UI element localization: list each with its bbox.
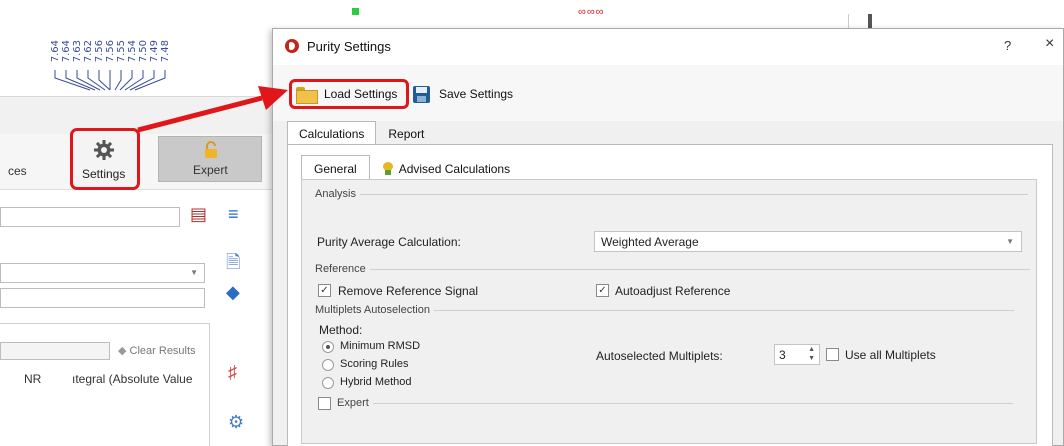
- close-button[interactable]: ×: [1045, 35, 1054, 53]
- peak-label: 7.49: [149, 40, 160, 63]
- reference-group-label: Reference: [315, 263, 366, 275]
- analysis-group-label: Analysis: [315, 188, 356, 200]
- multiplets-group-label: Multiplets Autoselection: [315, 304, 430, 316]
- autoadjust-reference-label: Autoadjust Reference: [615, 284, 731, 298]
- tab-report[interactable]: Report: [376, 121, 436, 145]
- purity-average-select[interactable]: Weighted Average ▼: [594, 231, 1022, 252]
- bg-search-field[interactable]: [0, 207, 180, 227]
- gear-icon: [94, 140, 114, 160]
- spin-up-icon[interactable]: ▲: [808, 346, 815, 353]
- peak-label: 7.56: [94, 40, 105, 63]
- radio-hybrid-method[interactable]: [322, 377, 334, 389]
- autoadjust-reference-checkbox[interactable]: ✓: [596, 284, 609, 297]
- inner-tab-bar: General Advised Calculations: [301, 155, 523, 180]
- load-settings-label: Load Settings: [324, 87, 398, 101]
- peak-label: 7.54: [127, 40, 138, 63]
- peak-label: 7.55: [116, 40, 127, 63]
- column-header-integral[interactable]: ıtegral (Absolute Value: [72, 372, 193, 386]
- calculations-panel: General Advised Calculations Analysis Pu…: [287, 144, 1053, 446]
- spectrum-annotation-marks: ∞∞∞: [578, 6, 605, 18]
- peak-label: 7.50: [138, 40, 149, 63]
- peak-label: 7.56: [105, 40, 116, 63]
- folder-icon: [296, 86, 318, 104]
- settings-button[interactable]: Settings: [70, 128, 140, 190]
- purity-average-value: Weighted Average: [601, 235, 699, 249]
- tab-calculations[interactable]: Calculations: [287, 121, 377, 145]
- clear-results-label: Clear Results: [129, 345, 196, 357]
- spectrum-marker: [352, 8, 359, 15]
- dialog-toolbar: Load Settings Save Settings: [273, 65, 1063, 121]
- layers-icon[interactable]: ≡: [228, 204, 239, 225]
- expert-button[interactable]: Expert: [158, 136, 262, 182]
- hybrid-method-label: Hybrid Method: [340, 376, 412, 388]
- dialog-title: Purity Settings: [307, 39, 391, 54]
- ribbon-label-partial: ces: [8, 164, 27, 178]
- document-search-icon[interactable]: 🗎: [226, 250, 240, 280]
- settings-search-icon[interactable]: ⚙: [228, 412, 244, 433]
- autoselected-multiplets-spinbox[interactable]: 3 ▲ ▼: [774, 344, 820, 365]
- eraser-icon: ◆: [118, 345, 127, 357]
- load-settings-button[interactable]: Load Settings: [289, 79, 409, 109]
- radio-scoring-rules[interactable]: [322, 359, 334, 371]
- chevron-down-icon: ▼: [190, 268, 198, 277]
- peak-label: 7.64: [61, 40, 72, 63]
- app-logo-icon: [285, 39, 299, 53]
- dialog-titlebar[interactable]: Purity Settings ? ×: [273, 29, 1063, 65]
- expert-checkbox[interactable]: [318, 397, 331, 410]
- remove-reference-label: Remove Reference Signal: [338, 284, 479, 298]
- books-icon[interactable]: ▤: [190, 204, 207, 225]
- group-divider: [433, 309, 1014, 311]
- tab-advised-calculations[interactable]: Advised Calculations: [370, 155, 523, 180]
- group-divider: [372, 402, 1013, 404]
- purity-settings-dialog: Purity Settings ? × Load Settings Save S…: [272, 28, 1064, 446]
- reference-group: Reference: [315, 263, 1030, 275]
- autoselected-multiplets-value: 3: [779, 348, 786, 362]
- help-button[interactable]: ?: [1004, 38, 1011, 53]
- settings-label: Settings: [82, 167, 126, 181]
- peak-label: 7.62: [83, 40, 94, 63]
- bg-dropdown[interactable]: ▼: [0, 263, 205, 283]
- minimum-rmsd-label: Minimum RMSD: [340, 340, 421, 352]
- autoselected-multiplets-label: Autoselected Multiplets:: [596, 349, 723, 363]
- chevron-down-icon: ▼: [1006, 237, 1014, 246]
- general-panel: Analysis Purity Average Calculation: Wei…: [301, 179, 1037, 444]
- peak-label: 7.48: [160, 40, 171, 63]
- tab-general[interactable]: General: [301, 155, 370, 180]
- remove-reference-checkbox[interactable]: ✓: [318, 284, 331, 297]
- bg-toolbar-strip: [0, 96, 275, 134]
- use-all-multiplets-checkbox[interactable]: [826, 348, 839, 361]
- floppy-disk-icon: [413, 85, 430, 103]
- tab-advised-calculations-label: Advised Calculations: [398, 162, 511, 176]
- expert-label: Expert: [193, 163, 228, 177]
- column-header-nr[interactable]: NR: [24, 372, 41, 386]
- group-divider: [359, 193, 1028, 195]
- save-settings-button[interactable]: Save Settings: [413, 79, 533, 109]
- radio-minimum-rmsd[interactable]: [322, 341, 334, 353]
- bg-results-field[interactable]: [0, 342, 110, 360]
- bg-right-bar: [868, 14, 872, 28]
- peak-label: 7.63: [72, 40, 83, 63]
- eraser-icon[interactable]: ◆: [226, 282, 240, 303]
- multiplets-group: Multiplets Autoselection: [315, 304, 1014, 316]
- bg-right-strip: [848, 14, 1064, 28]
- spin-down-icon[interactable]: ▼: [808, 355, 815, 362]
- expert-group-label: Expert: [337, 397, 369, 409]
- multiplet-analysis-icon[interactable]: ♯: [228, 362, 237, 383]
- analysis-group: Analysis: [315, 188, 1028, 200]
- method-label: Method:: [319, 323, 363, 337]
- purity-average-label: Purity Average Calculation:: [317, 235, 461, 249]
- clear-results-button[interactable]: ◆ Clear Results: [118, 344, 196, 357]
- background-application: 7.64 7.64 7.63 7.62 7.56 7.56 7.55 7.54 …: [0, 0, 290, 446]
- expert-group: Expert: [337, 397, 1013, 409]
- group-divider: [369, 268, 1030, 270]
- peak-label: 7.64: [50, 40, 61, 63]
- bg-text-field[interactable]: [0, 288, 205, 308]
- outer-tab-bar: Calculations Report: [287, 121, 436, 145]
- save-settings-label: Save Settings: [439, 87, 514, 101]
- use-all-multiplets-label: Use all Multiplets: [845, 348, 936, 362]
- scoring-rules-label: Scoring Rules: [340, 358, 409, 370]
- padlock-icon: [205, 141, 217, 158]
- lightbulb-icon: [382, 162, 393, 175]
